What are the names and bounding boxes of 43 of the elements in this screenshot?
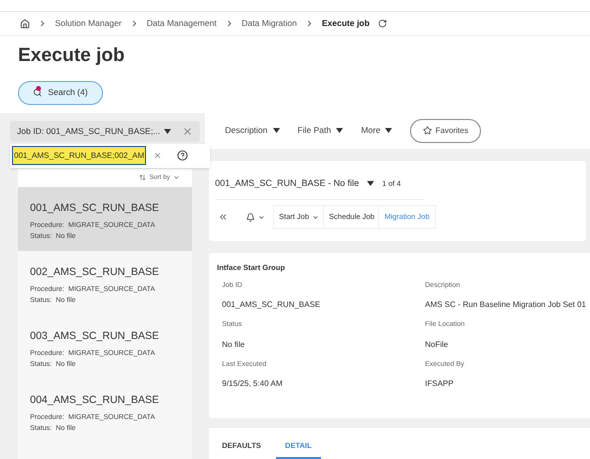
- breadcrumb-item: Execute job: [322, 17, 370, 30]
- field-value: AMS SC - Run Baseline Migration Job Set 01: [425, 299, 587, 312]
- job-title: 001_AMS_SC_RUN_BASE: [30, 200, 160, 216]
- chevron-down-icon: [173, 174, 180, 181]
- breadcrumb-item[interactable]: Solution Manager: [55, 17, 122, 30]
- home-icon[interactable]: [20, 18, 30, 28]
- star-icon: [423, 126, 432, 135]
- notification-button[interactable]: [246, 212, 265, 222]
- chevron-down-icon: [312, 214, 320, 220]
- job-title: 003_AMS_SC_RUN_BASE: [30, 328, 160, 344]
- collapse-icon[interactable]: [218, 212, 228, 222]
- bell-icon: [246, 212, 255, 222]
- filter-chip[interactable]: Job ID: 001_AMS_SC_RUN_BASE;...: [10, 120, 200, 142]
- sort-icon: [139, 174, 146, 181]
- favorites-button[interactable]: Favorites: [410, 118, 482, 142]
- search-button[interactable]: Search (4): [18, 80, 103, 104]
- caret-icon: [336, 128, 344, 133]
- page-title: Execute job: [18, 44, 126, 68]
- clear-icon[interactable]: [153, 151, 162, 160]
- search-icon: [33, 88, 42, 97]
- chevron-right-icon: [38, 19, 47, 28]
- filter-dropdown[interactable]: Description: [225, 124, 280, 137]
- caret-icon: [164, 128, 172, 134]
- filter-dropdown[interactable]: More: [361, 124, 392, 137]
- close-icon[interactable]: [182, 126, 193, 136]
- field-value: No file: [222, 338, 246, 351]
- record-title: 001_AMS_SC_RUN_BASE - No file: [215, 176, 360, 190]
- filter-input[interactable]: 001_AMS_SC_RUN_BASE;002_AM: [12, 146, 146, 165]
- job-title: 002_AMS_SC_RUN_BASE: [30, 264, 160, 280]
- field-value: NoFile: [425, 338, 450, 351]
- chevron-down-icon: [258, 214, 265, 220]
- job-title: 004_AMS_SC_RUN_BASE: [30, 392, 160, 408]
- field-value: 9/15/25, 5:40 AM: [222, 378, 284, 390]
- breadcrumb-item[interactable]: Data Migration: [242, 17, 297, 30]
- help-icon[interactable]: [177, 150, 188, 161]
- refresh-icon[interactable]: [378, 19, 387, 28]
- caret-icon: [272, 128, 280, 133]
- caret-icon: [385, 128, 392, 133]
- field-value: IFSAPP: [425, 378, 454, 390]
- caret-icon: [367, 180, 374, 186]
- filter-dropdown[interactable]: File Path: [298, 124, 344, 137]
- breadcrumb-item[interactable]: Data Management: [146, 17, 217, 30]
- field-value: 001_AMS_SC_RUN_BASE: [222, 299, 322, 312]
